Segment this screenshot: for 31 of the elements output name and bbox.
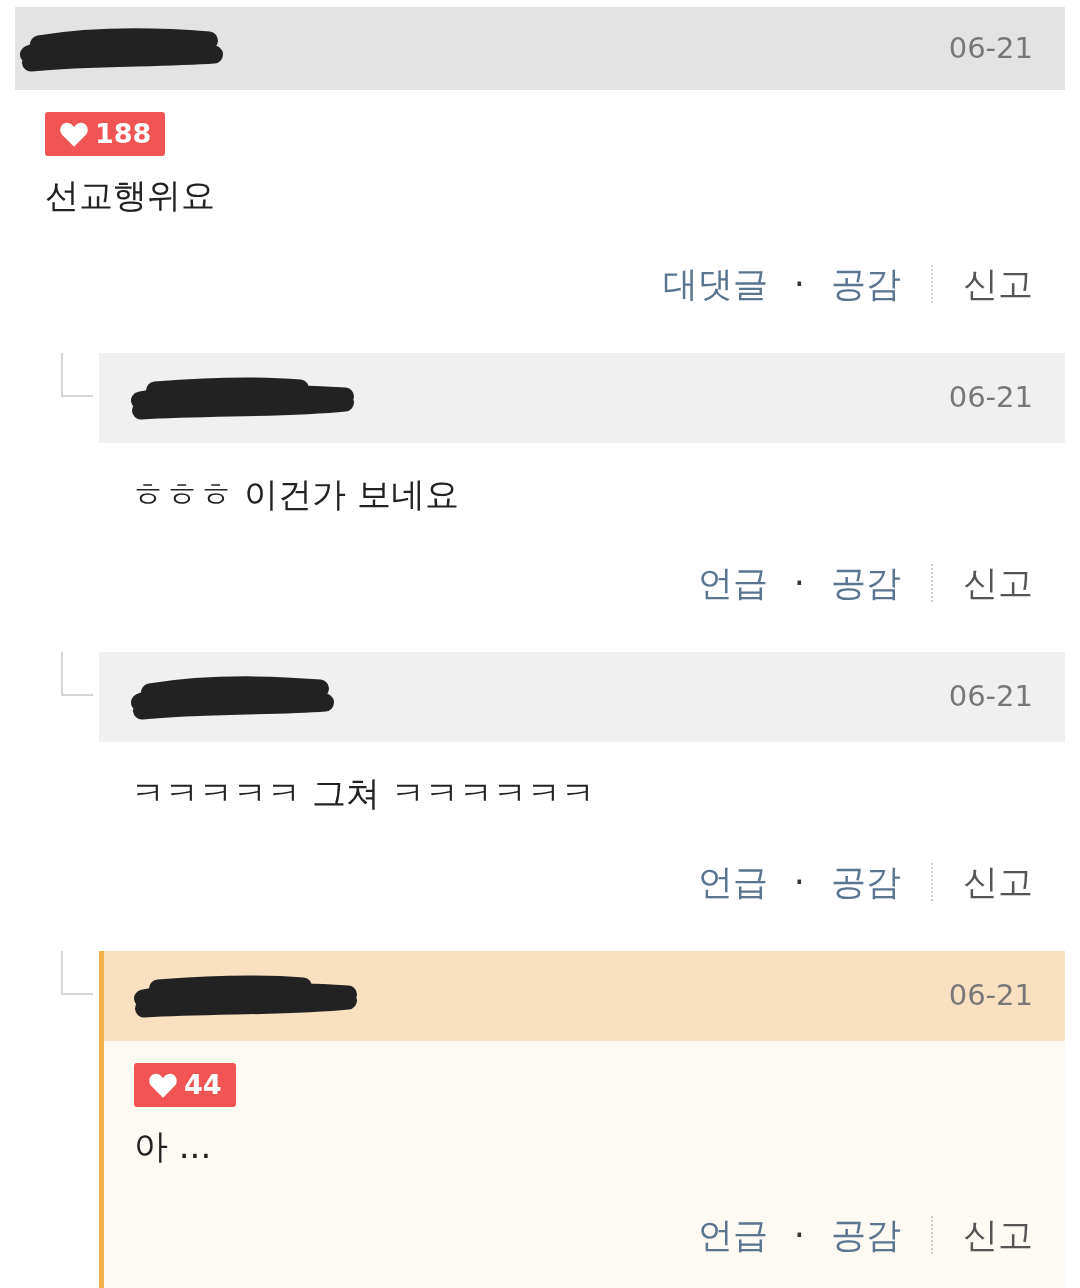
likes-badge: 188 <box>45 112 166 156</box>
like-link[interactable]: 공감 <box>831 556 901 610</box>
reply-link[interactable]: 대댓글 <box>662 257 768 311</box>
report-link[interactable]: 신고 <box>963 1208 1033 1262</box>
report-link[interactable]: 신고 <box>963 556 1033 610</box>
comment-date: 06-21 <box>948 678 1033 716</box>
comment-date: 06-21 <box>948 379 1033 417</box>
separator-dot: · <box>793 1213 805 1257</box>
reply-link[interactable]: 언급 <box>697 556 768 610</box>
comment-date: 06-21 <box>948 29 1033 67</box>
like-link[interactable]: 공감 <box>831 1208 901 1262</box>
reply-link[interactable]: 언급 <box>697 1208 768 1262</box>
separator-dot: · <box>793 262 805 306</box>
reply-connector <box>61 652 93 696</box>
reply-connector <box>61 353 93 397</box>
separator-dot: · <box>793 561 805 605</box>
separator-dot: · <box>793 860 805 904</box>
comment-text: 아 ... <box>134 1125 213 1168</box>
comment-text: 선교행위요 <box>45 174 216 217</box>
report-link[interactable]: 신고 <box>963 855 1033 909</box>
heart-icon <box>59 120 89 148</box>
report-link[interactable]: 신고 <box>963 257 1033 311</box>
heart-icon <box>148 1071 178 1099</box>
comment-date: 06-21 <box>948 977 1033 1015</box>
like-link[interactable]: 공감 <box>831 855 901 909</box>
like-link[interactable]: 공감 <box>831 257 901 311</box>
comment-text: ㅎㅎㅎ 이건가 보네요 <box>131 473 460 516</box>
reply-connector <box>61 951 93 995</box>
comment-text: ㅋㅋㅋㅋㅋ 그쳐 ㅋㅋㅋㅋㅋㅋ <box>131 772 596 815</box>
reply-link[interactable]: 언급 <box>697 855 768 909</box>
likes-badge: 44 <box>134 1063 236 1107</box>
